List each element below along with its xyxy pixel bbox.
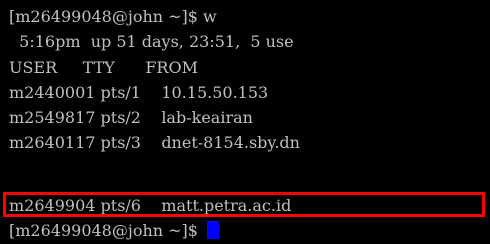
terminal-line-user-row: m2549817 pts/2 lab-keairan xyxy=(9,108,253,127)
terminal-line-command: [m26499048@john ~]$ w xyxy=(9,7,217,26)
terminal-prompt-line[interactable]: [m26499048@john ~]$ xyxy=(9,219,220,243)
terminal-window[interactable]: [m26499048@john ~]$ w 5:16pm up 51 days,… xyxy=(0,0,490,244)
terminal-cursor xyxy=(207,221,220,239)
terminal-line-user-row: m2640117 pts/3 dnet-8154.sby.dn xyxy=(9,133,300,152)
terminal-line-uptime: 5:16pm up 51 days, 23:51, 5 use xyxy=(9,32,294,51)
terminal-line-user-row-highlighted: m2649904 pts/6 matt.petra.ac.id xyxy=(9,196,292,215)
terminal-line-user-row: m2440001 pts/1 10.15.50.153 xyxy=(9,83,269,102)
terminal-line-header: USER TTY FROM xyxy=(9,58,198,77)
terminal-prompt: [m26499048@john ~]$ xyxy=(9,221,204,240)
